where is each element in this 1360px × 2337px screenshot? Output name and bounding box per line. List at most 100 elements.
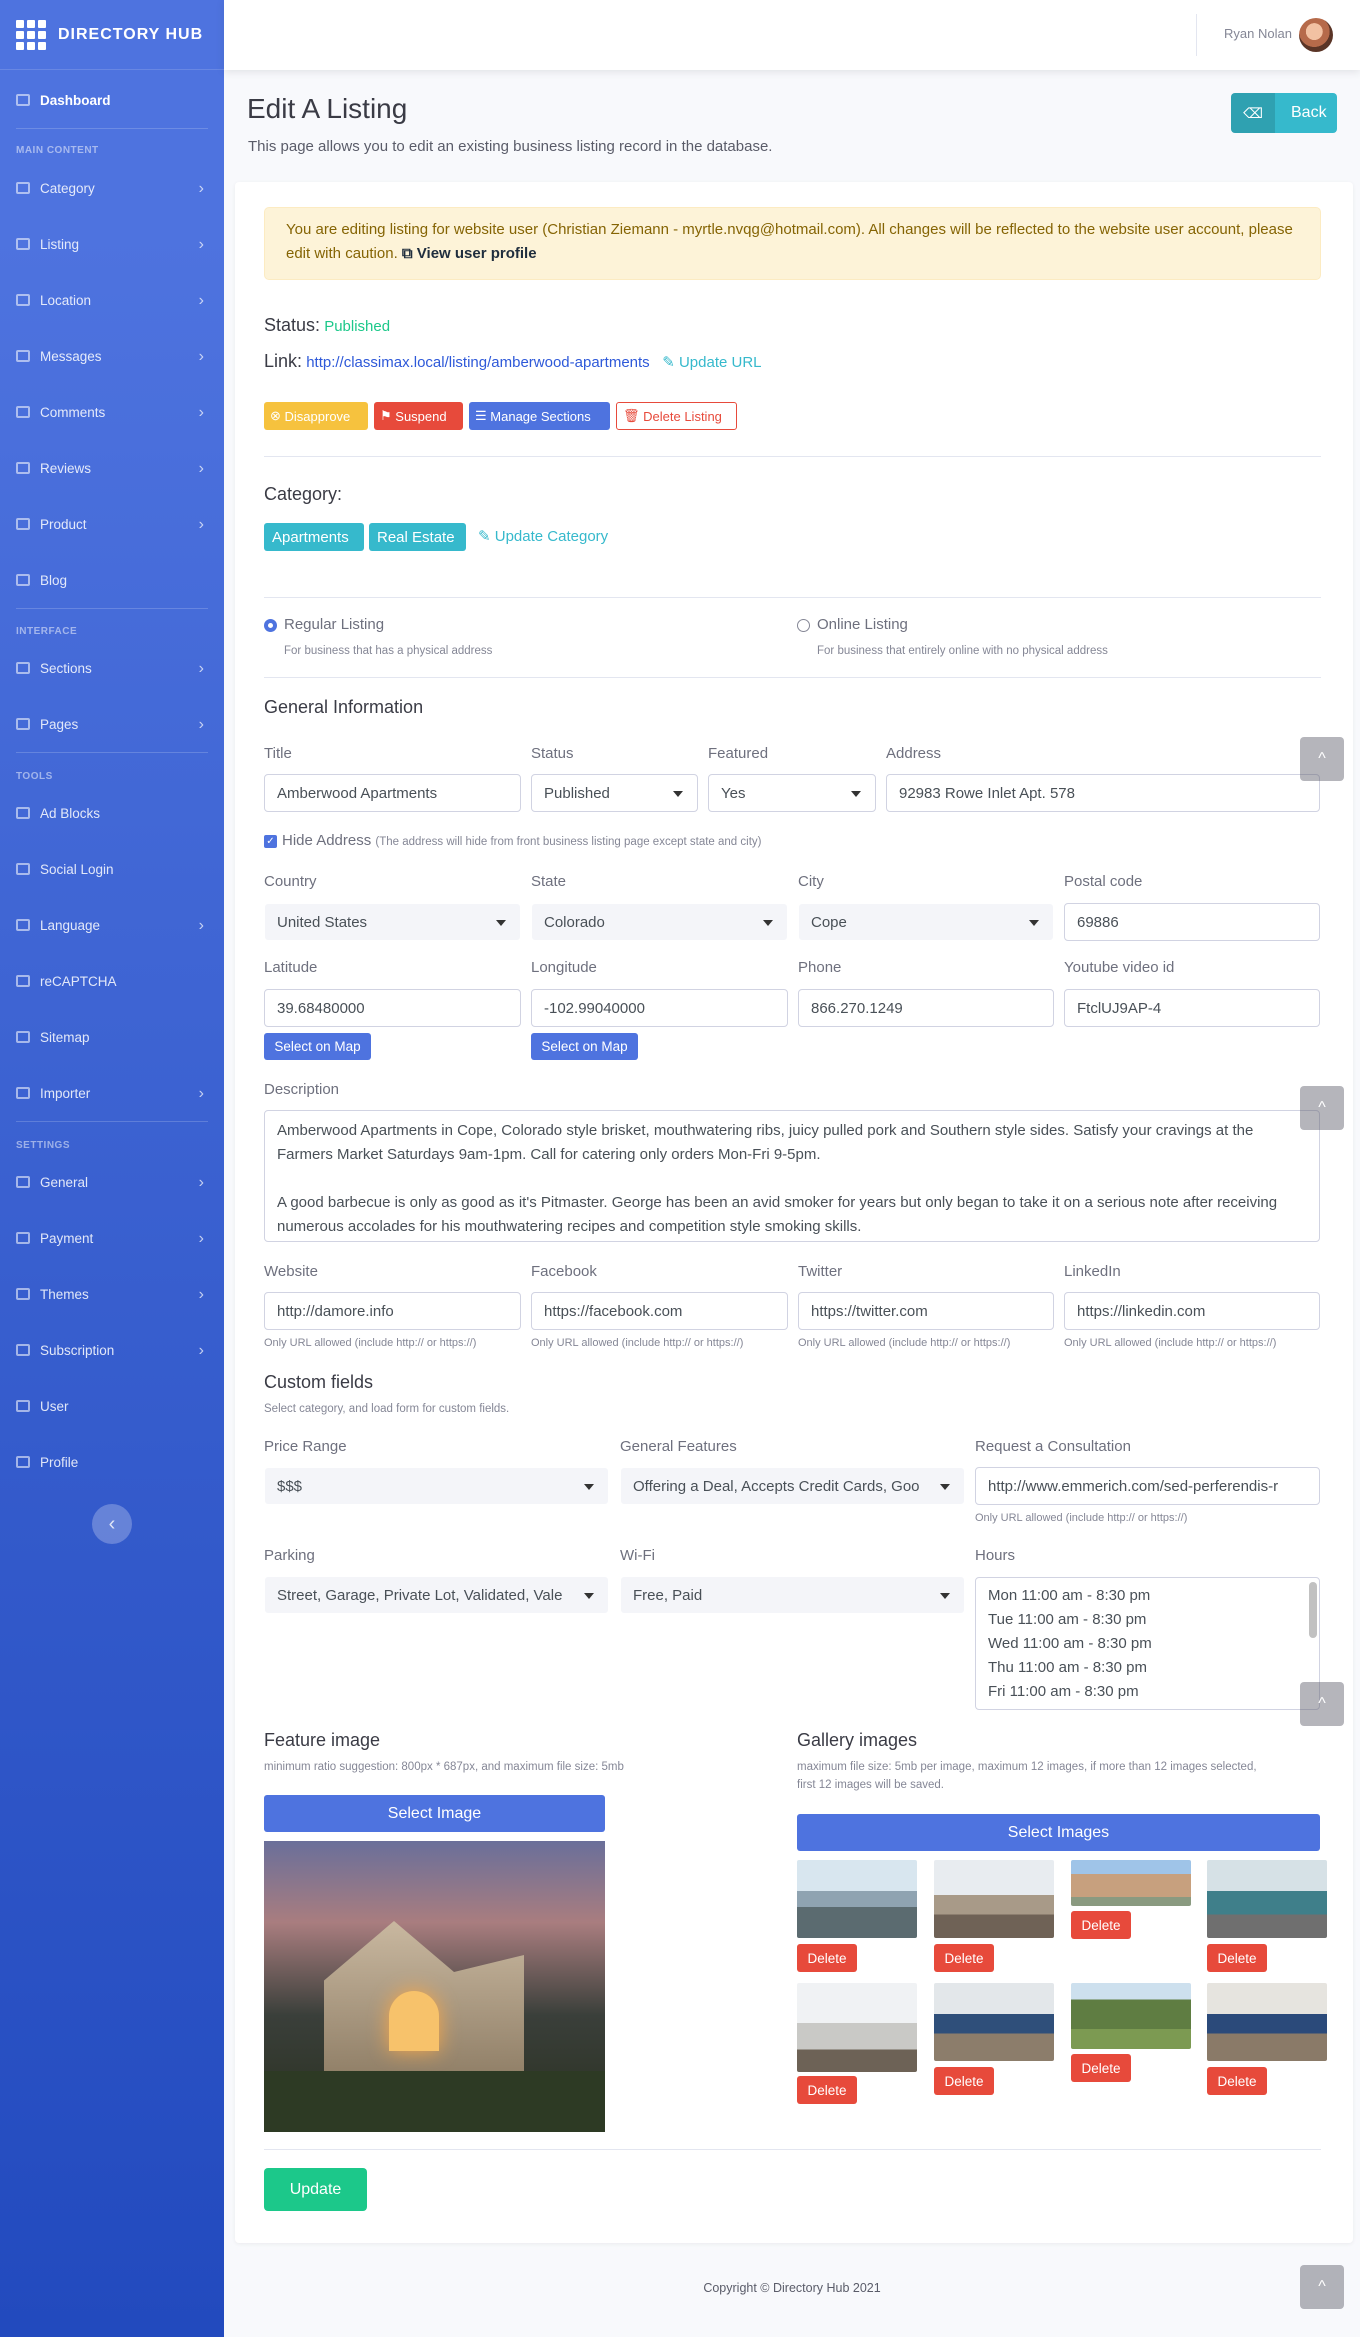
hours-listbox[interactable]: Mon 11:00 am - 8:30 pm Tue 11:00 am - 8:… [975, 1577, 1320, 1710]
hours-option[interactable]: Fri 11:00 am - 8:30 pm [988, 1680, 1307, 1704]
suspend-button[interactable]: ⚑ Suspend [374, 402, 463, 430]
delete-listing-button[interactable]: 🗑 Delete Listing [616, 402, 737, 430]
scroll-to-top-button[interactable]: ^ [1300, 2265, 1344, 2309]
scroll-to-top-button[interactable]: ^ [1300, 1086, 1344, 1130]
sidebar-heading: INTERFACE [16, 626, 78, 637]
postal-input[interactable]: 69886 [1064, 903, 1320, 941]
sidebar-item-recaptcha[interactable]: reCAPTCHA [0, 969, 224, 993]
view-user-profile-link[interactable]: ⧉ View user profile [402, 245, 537, 262]
listing-url-link[interactable]: http://classimax.local/listing/amberwood… [306, 354, 649, 371]
twitter-input[interactable]: https://twitter.com [798, 1292, 1054, 1330]
hours-option[interactable]: Thu 11:00 am - 8:30 pm [988, 1656, 1307, 1680]
wifi-select[interactable]: Free, Paid [620, 1576, 965, 1614]
description-textarea[interactable]: Amberwood Apartments in Cope, Colorado s… [264, 1110, 1320, 1242]
sidebar-toggle-button[interactable]: ‹ [92, 1504, 132, 1544]
sidebar-item-subscription[interactable]: Subscription › [0, 1338, 224, 1362]
general-features-select[interactable]: Offering a Deal, Accepts Credit Cards, G… [620, 1467, 965, 1505]
description-paragraph: A good barbecue is only as good as it's … [277, 1194, 1278, 1235]
parking-select[interactable]: Street, Garage, Private Lot, Validated, … [264, 1576, 609, 1614]
address-input[interactable]: 92983 Rowe Inlet Apt. 578 [886, 774, 1320, 812]
back-button[interactable]: ⌫ Back [1231, 93, 1337, 133]
hide-address-help: (The address will hide from front busine… [375, 836, 762, 848]
online-listing-radio[interactable] [797, 619, 810, 632]
wifi-label: Wi-Fi [620, 1547, 655, 1564]
longitude-input[interactable]: -102.99040000 [531, 989, 788, 1027]
sidebar-item-pages[interactable]: Pages › [0, 712, 224, 736]
divider [264, 456, 1321, 457]
gallery-delete-button[interactable]: Delete [934, 1944, 994, 1972]
sidebar-item-social-login[interactable]: Social Login [0, 857, 224, 881]
sidebar-item-label: Language [40, 917, 101, 933]
gallery-delete-button[interactable]: Delete [934, 2067, 994, 2095]
gallery-delete-button[interactable]: Delete [1207, 1944, 1267, 1972]
sidebar-divider [16, 1121, 208, 1122]
latitude-input[interactable]: 39.68480000 [264, 989, 521, 1027]
website-help: Only URL allowed (include http:// or htt… [264, 1337, 477, 1349]
sidebar-item-user[interactable]: User [0, 1394, 224, 1418]
sidebar-item-profile[interactable]: Profile [0, 1450, 224, 1474]
gallery-delete-button[interactable]: Delete [1071, 2054, 1131, 2082]
sidebar-item-language[interactable]: Language › [0, 913, 224, 937]
gallery-delete-button[interactable]: Delete [797, 1944, 857, 1972]
state-select[interactable]: Colorado [531, 903, 788, 941]
update-button[interactable]: Update [264, 2168, 367, 2211]
sidebar-item-dashboard[interactable]: Dashboard [0, 88, 224, 112]
disapprove-button[interactable]: ⊗ Disapprove [264, 402, 368, 430]
avatar[interactable] [1299, 18, 1333, 52]
sidebar-item-sitemap[interactable]: Sitemap [0, 1025, 224, 1049]
scroll-to-top-button[interactable]: ^ [1300, 737, 1344, 781]
sidebar-item-importer[interactable]: Importer › [0, 1081, 224, 1105]
sidebar-item-location[interactable]: Location › [0, 288, 224, 312]
linkedin-input[interactable]: https://linkedin.com [1064, 1292, 1320, 1330]
status-select[interactable]: Published [531, 774, 698, 812]
sidebar-item-themes[interactable]: Themes › [0, 1282, 224, 1306]
featured-select[interactable]: Yes [708, 774, 876, 812]
scroll-to-top-button[interactable]: ^ [1300, 1682, 1344, 1726]
gallery-delete-button[interactable]: Delete [797, 2076, 857, 2104]
gallery-delete-button[interactable]: Delete [1207, 2067, 1267, 2095]
hours-option[interactable]: Mon 11:00 am - 8:30 pm [988, 1584, 1307, 1608]
sidebar-item-reviews[interactable]: Reviews › [0, 456, 224, 480]
category-tag: Apartments [264, 523, 364, 551]
list-icon [16, 662, 30, 674]
select-image-button[interactable]: Select Image [264, 1795, 605, 1832]
sidebar-item-blog[interactable]: Blog [0, 568, 224, 592]
manage-sections-button[interactable]: ☰ Manage Sections [469, 402, 610, 430]
user-name[interactable]: Ryan Nolan [1224, 26, 1292, 41]
country-select[interactable]: United States [264, 903, 521, 941]
title-input[interactable]: Amberwood Apartments [264, 774, 521, 812]
regular-listing-radio[interactable] [264, 619, 277, 632]
sidebar-item-product[interactable]: Product › [0, 512, 224, 536]
gallery-delete-button[interactable]: Delete [1071, 1911, 1131, 1939]
sidebar-item-listing[interactable]: Listing › [0, 232, 224, 256]
update-category-link[interactable]: ✎ Update Category [478, 527, 608, 545]
hours-scrollbar[interactable] [1309, 1582, 1317, 1638]
sidebar-item-category[interactable]: Category › [0, 176, 224, 200]
gallery-thumb [1207, 1860, 1327, 1938]
hours-option[interactable]: Tue 11:00 am - 8:30 pm [988, 1608, 1307, 1632]
sidebar-item-comments[interactable]: Comments › [0, 400, 224, 424]
price-range-select[interactable]: $$$ [264, 1467, 609, 1505]
youtube-input[interactable]: FtclUJ9AP-4 [1064, 989, 1320, 1027]
select-images-button[interactable]: Select Images [797, 1814, 1320, 1851]
sidebar-item-sections[interactable]: Sections › [0, 656, 224, 680]
sidebar-item-ad-blocks[interactable]: Ad Blocks [0, 801, 224, 825]
website-input[interactable]: http://damore.info [264, 1292, 521, 1330]
sidebar-item-payment[interactable]: Payment › [0, 1226, 224, 1250]
parking-label: Parking [264, 1547, 315, 1564]
select-longitude-map-button[interactable]: Select on Map [531, 1033, 638, 1060]
facebook-input[interactable]: https://facebook.com [531, 1292, 788, 1330]
description-paragraph: Amberwood Apartments in Cope, Colorado s… [277, 1122, 1254, 1163]
select-latitude-map-button[interactable]: Select on Map [264, 1033, 371, 1060]
sidebar-item-messages[interactable]: Messages › [0, 344, 224, 368]
hide-address-checkbox[interactable]: ✓ [264, 835, 277, 848]
consultation-input[interactable]: http://www.emmerich.com/sed-perferendis-… [975, 1467, 1320, 1505]
update-url-link[interactable]: ✎ Update URL [662, 354, 761, 371]
sidebar-item-label: General [40, 1174, 89, 1190]
brand[interactable]: DIRECTORY HUB [0, 0, 224, 70]
sidebar-item-general[interactable]: General › [0, 1170, 224, 1194]
external-link-icon: ⧉ [401, 245, 413, 262]
phone-input[interactable]: 866.270.1249 [798, 989, 1054, 1027]
hours-option[interactable]: Wed 11:00 am - 8:30 pm [988, 1632, 1307, 1656]
city-select[interactable]: Cope [798, 903, 1054, 941]
